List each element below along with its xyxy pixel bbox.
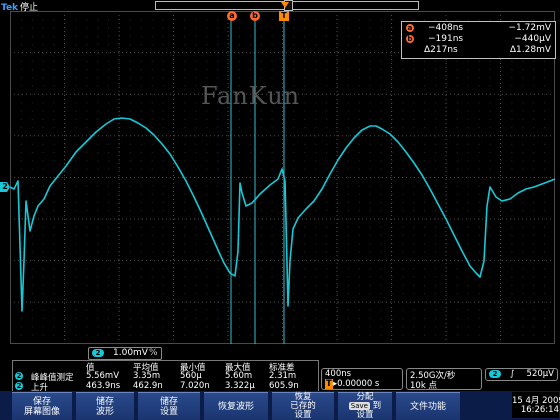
meas-row-2-channel-icon: 2	[15, 382, 23, 390]
record-length: 10k 点	[410, 381, 437, 391]
cursor-b-time: −191ns	[428, 34, 464, 44]
recall-waveform-button[interactable]: 恢复波形	[204, 392, 268, 420]
trigger-position-marker[interactable]: T	[279, 11, 289, 21]
meas-row-1-std: 2.31m	[269, 371, 297, 381]
assign-save-label: 分配 Save 到 设置	[348, 392, 382, 420]
cursor-b-readout-row: b −191ns −440µV	[406, 34, 551, 45]
assign-save-button[interactable]: 分配 Save 到 设置	[338, 392, 392, 420]
timebase-position: T▸0.00000 s	[325, 379, 379, 389]
cursor-a-volt: −1.72mV	[508, 23, 551, 33]
acquisition-box[interactable]: 2.50G次/秒 10k 点	[406, 368, 482, 391]
trigger-level: 520µV	[526, 369, 554, 379]
meas-row-1-min: 560µ	[180, 371, 202, 381]
cursor-b-icon: b	[406, 35, 414, 43]
cursor-readout-box: a −408ns −1.72mV b −191ns −440µV Δ217ns …	[401, 21, 556, 59]
cursor-delta-volt: Δ1.28mV	[509, 45, 551, 55]
top-status-bar: Tek 停止	[0, 0, 560, 13]
watermark-text: FanKun	[201, 82, 301, 110]
cursor-b-volt: −440µV	[514, 34, 551, 44]
cursor-b-marker[interactable]: b	[250, 11, 260, 21]
trigger-channel-icon: 2	[489, 370, 501, 378]
cursor-a-marker[interactable]: a	[227, 11, 237, 21]
meas-row-2-mean: 462.9n	[133, 381, 163, 391]
save-screen-image-button[interactable]: 保存 屏幕图像	[12, 392, 72, 420]
channel-2-bw-icon: %	[149, 348, 158, 358]
cursor-a-readout-row: a −408ns −1.72mV	[406, 23, 551, 34]
meas-row-1-mean: 3.35m	[133, 371, 161, 381]
date-time-display: 15 4月 2009 16:26:14	[512, 392, 560, 418]
meas-row-2-std: 605.9n	[269, 381, 299, 391]
save-waveform-button[interactable]: 储存 波形	[76, 392, 134, 420]
timebase-scale: 400ns	[325, 369, 352, 379]
meas-row-2-channel: 2	[15, 381, 23, 391]
measurement-table: 值 平均值 最小值 最大值 标准差 2 峰峰值测定 5.56mV 3.35m 5…	[12, 360, 319, 393]
cursor-delta-readout-row: Δ217ns Δ1.28mV	[416, 45, 551, 56]
meas-row-2-min: 7.020n	[180, 381, 210, 391]
cursor-a-icon: a	[406, 24, 414, 32]
trigger-level-arrow-icon	[281, 2, 289, 8]
channel-2-scale-box[interactable]: 2 1.00mV %	[88, 347, 162, 360]
meas-row-1-value: 5.56mV	[86, 371, 120, 381]
save-setup-button[interactable]: 储存 设置	[138, 392, 200, 420]
timebase-box[interactable]: 400ns T▸0.00000 s	[321, 368, 403, 390]
meas-row-1-channel: 2	[15, 371, 23, 381]
timebase-position-value: ▸0.00000 s	[332, 379, 380, 389]
channel-2-ground-marker[interactable]: 2	[0, 182, 10, 192]
meas-row-1-max: 5.60m	[225, 371, 253, 381]
channel-2-icon: 2	[92, 349, 104, 357]
channel-2-scale: 1.00mV	[113, 348, 148, 358]
waveform-display	[10, 11, 555, 344]
recall-saved-setup-button[interactable]: 恢复 已存的 设置	[272, 392, 334, 420]
save-key-icon: Save	[348, 402, 370, 410]
meas-row-1-channel-icon: 2	[15, 372, 23, 380]
file-utilities-button[interactable]: 文件功能	[396, 392, 460, 420]
trigger-box[interactable]: 2 ∫ 520µV	[485, 368, 558, 381]
trigger-position-icon: T	[325, 379, 333, 389]
meas-row-2-value: 463.9ns	[86, 381, 121, 391]
time-text: 16:26:14	[520, 405, 559, 415]
meas-row-2-max: 3.322µ	[225, 381, 255, 391]
cursor-a-time: −408ns	[428, 23, 464, 33]
trigger-slope-icon: ∫	[510, 369, 515, 379]
cursor-delta-time: Δ217ns	[424, 45, 458, 55]
